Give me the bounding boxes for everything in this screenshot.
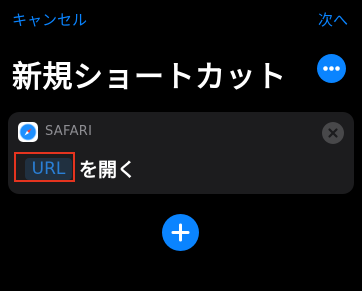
more-options-button[interactable] [317,54,346,83]
safari-compass-icon [18,122,38,142]
cancel-button[interactable]: キャンセル [12,9,87,30]
action-verb-text: を開く [79,159,137,181]
plus-icon [171,223,190,242]
url-token-label: URL [25,158,72,180]
add-action-button[interactable] [162,214,199,251]
shortcut-editor-screen: キャンセル 次へ 新規ショートカット SAFARI URL を開く [0,0,362,291]
next-button[interactable]: 次へ [318,9,348,30]
ellipsis-icon [323,66,340,71]
url-parameter-token[interactable]: URL [14,152,75,182]
open-url-action-card[interactable]: SAFARI URL を開く [8,112,354,194]
remove-action-button[interactable] [322,122,344,144]
close-icon [328,128,338,138]
page-title: 新規ショートカット [12,60,287,95]
app-name-label: SAFARI [45,124,93,139]
